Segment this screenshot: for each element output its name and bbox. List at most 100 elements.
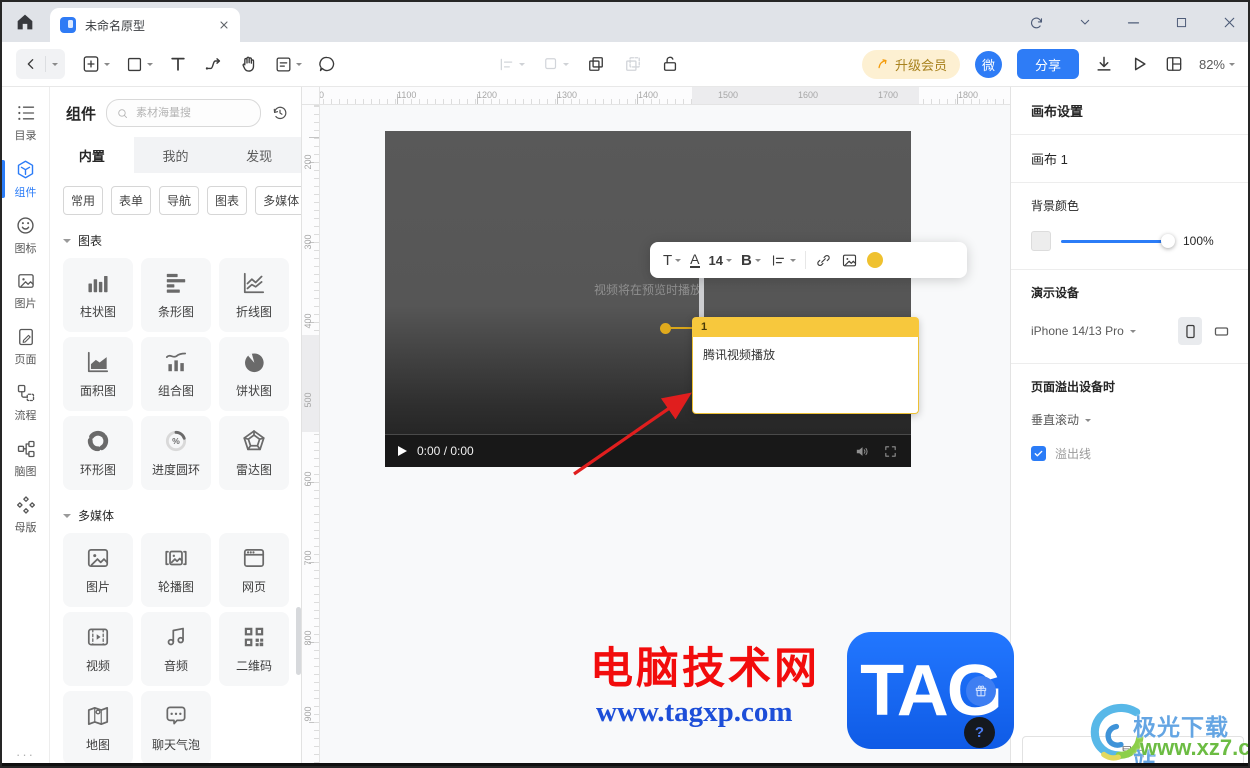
group-button[interactable] bbox=[586, 54, 606, 74]
chip-nav[interactable]: 导航 bbox=[159, 186, 200, 215]
ungroup-button[interactable] bbox=[623, 54, 643, 74]
component-area-chart[interactable]: 面积图 bbox=[63, 337, 133, 411]
search-input[interactable] bbox=[134, 106, 229, 120]
wechat-button[interactable]: 微 bbox=[974, 50, 1002, 78]
tab-mine[interactable]: 我的 bbox=[134, 137, 218, 173]
overflow-mode-select[interactable]: 垂直滚动 bbox=[1031, 411, 1232, 428]
refresh-icon[interactable] bbox=[1028, 14, 1045, 31]
component-image[interactable]: 图片 bbox=[63, 533, 133, 607]
chip-form[interactable]: 表单 bbox=[111, 186, 152, 215]
component-audio[interactable]: 音频 bbox=[141, 612, 211, 686]
tab-close-icon[interactable] bbox=[218, 19, 230, 31]
sidebar-item-pages[interactable]: 页面 bbox=[2, 319, 49, 375]
search-box[interactable] bbox=[106, 99, 261, 127]
help-float-button[interactable]: ? bbox=[964, 717, 995, 748]
component-label: 组合图 bbox=[157, 384, 194, 398]
opacity-slider[interactable] bbox=[1061, 234, 1175, 248]
section-charts[interactable]: 图表 bbox=[50, 215, 301, 258]
play-icon bbox=[1134, 57, 1146, 71]
app-logo-icon bbox=[60, 17, 76, 33]
hand-tool-button[interactable] bbox=[239, 54, 259, 74]
device-select[interactable]: iPhone 14/13 Pro bbox=[1031, 324, 1136, 338]
component-hbar-chart[interactable]: 条形图 bbox=[141, 258, 211, 332]
component-radar-chart[interactable]: 雷达图 bbox=[219, 416, 289, 490]
shape-button[interactable] bbox=[125, 55, 153, 74]
bold-control[interactable]: B bbox=[741, 252, 761, 269]
add-page-button[interactable] bbox=[81, 54, 110, 74]
tab-builtin[interactable]: 内置 bbox=[50, 137, 134, 173]
insert-image-button[interactable] bbox=[841, 252, 858, 269]
landscape-orientation-button[interactable] bbox=[1211, 323, 1232, 340]
link-button[interactable] bbox=[815, 252, 832, 269]
comment-button[interactable] bbox=[317, 54, 337, 74]
chip-chart[interactable]: 图表 bbox=[207, 186, 248, 215]
maximize-icon[interactable] bbox=[1174, 15, 1189, 30]
canvas-area[interactable]: 0 1100 1200 1300 1400 1500 1600 1700 180… bbox=[302, 87, 1010, 766]
annotation-body[interactable]: 腾讯视频播放 bbox=[692, 337, 919, 414]
sidebar-item-master[interactable]: 母版 bbox=[2, 487, 49, 543]
sidebar-item-components[interactable]: 组件 bbox=[2, 151, 49, 207]
component-qr-code[interactable]: 二维码 bbox=[219, 612, 289, 686]
chip-media[interactable]: 多媒体 bbox=[255, 186, 301, 215]
tab-discover[interactable]: 发现 bbox=[217, 137, 301, 173]
zoom-control[interactable]: 82% bbox=[1199, 57, 1235, 72]
rail-more-button[interactable]: ··· bbox=[2, 747, 49, 762]
minimize-icon[interactable] bbox=[1125, 14, 1142, 31]
chip-common[interactable]: 常用 bbox=[63, 186, 104, 215]
distribute-button[interactable] bbox=[542, 55, 569, 73]
component-pie-chart[interactable]: 饼状图 bbox=[219, 337, 289, 411]
component-carousel[interactable]: 轮播图 bbox=[141, 533, 211, 607]
overflow-line-checkbox[interactable] bbox=[1031, 446, 1046, 461]
sidebar-item-icons[interactable]: 图标 bbox=[2, 207, 49, 263]
note-button[interactable] bbox=[274, 55, 302, 74]
panel-scrollbar[interactable] bbox=[296, 607, 301, 675]
upgrade-member-button[interactable]: 升级会员 bbox=[861, 49, 960, 79]
sidebar-item-flow[interactable]: 流程 bbox=[2, 375, 49, 431]
volume-icon[interactable] bbox=[854, 443, 871, 460]
sidebar-item-images[interactable]: 图片 bbox=[2, 263, 49, 319]
lock-button[interactable] bbox=[660, 54, 680, 74]
component-chat-bubble[interactable]: 聊天气泡 bbox=[141, 691, 211, 765]
annotation-note[interactable]: 1 腾讯视频播放 bbox=[692, 317, 919, 414]
component-combo-chart[interactable]: 组合图 bbox=[141, 337, 211, 411]
document-tab[interactable]: 未命名原型 bbox=[50, 8, 240, 42]
close-icon[interactable] bbox=[1221, 14, 1238, 31]
component-donut-chart[interactable]: 环形图 bbox=[63, 416, 133, 490]
component-map[interactable]: 地图 bbox=[63, 691, 133, 765]
home-icon bbox=[17, 14, 33, 30]
font-color-control[interactable]: A bbox=[690, 252, 700, 268]
gift-float-button[interactable] bbox=[966, 676, 996, 706]
preview-play-button[interactable] bbox=[1129, 54, 1149, 74]
fullscreen-icon[interactable] bbox=[883, 444, 898, 459]
canvas-name[interactable]: 画布 1 bbox=[1011, 135, 1248, 183]
component-webpage[interactable]: 网页 bbox=[219, 533, 289, 607]
font-family-control[interactable]: T bbox=[663, 252, 682, 269]
ruler-label: 700 bbox=[303, 550, 313, 566]
color-swatch-yellow[interactable] bbox=[866, 252, 883, 268]
home-button[interactable] bbox=[14, 11, 36, 33]
font-size-control[interactable]: 14 bbox=[709, 253, 732, 268]
sidebar-item-mindmap[interactable]: 脑图 bbox=[2, 431, 49, 487]
background-color-section: 背景颜色 100% bbox=[1011, 183, 1248, 270]
align-control[interactable] bbox=[770, 252, 796, 269]
sidebar-item-catalog[interactable]: 目录 bbox=[2, 95, 49, 151]
slider-knob[interactable] bbox=[1161, 234, 1175, 248]
connector-tool-button[interactable] bbox=[203, 54, 224, 75]
chevron-down-icon[interactable] bbox=[1077, 14, 1093, 30]
annotation-header[interactable]: 1 bbox=[692, 317, 919, 337]
download-button[interactable] bbox=[1094, 54, 1114, 74]
back-button-group[interactable] bbox=[16, 49, 65, 79]
component-line-chart[interactable]: 折线图 bbox=[219, 258, 289, 332]
section-media[interactable]: 多媒体 bbox=[50, 490, 301, 533]
color-swatch[interactable] bbox=[1031, 231, 1051, 251]
play-icon[interactable] bbox=[398, 446, 407, 456]
text-tool-button[interactable] bbox=[168, 54, 188, 74]
component-progress-ring[interactable]: % 进度圆环 bbox=[141, 416, 211, 490]
layout-button[interactable] bbox=[1164, 54, 1184, 74]
history-button[interactable] bbox=[271, 104, 289, 122]
share-button[interactable]: 分享 bbox=[1016, 49, 1079, 79]
portrait-orientation-button[interactable] bbox=[1178, 317, 1202, 345]
component-video[interactable]: 视频 bbox=[63, 612, 133, 686]
align-button[interactable] bbox=[497, 55, 525, 74]
component-bar-chart[interactable]: 柱状图 bbox=[63, 258, 133, 332]
